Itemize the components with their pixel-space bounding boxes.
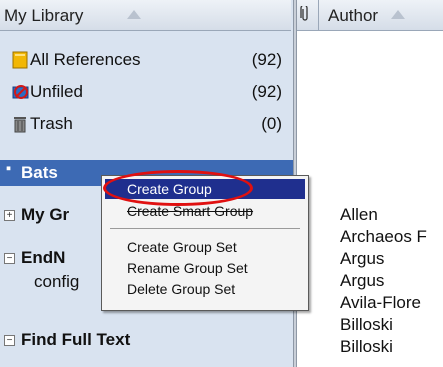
menu-item-create-smart-group[interactable]: Create Smart Group	[105, 201, 305, 221]
menu-item-create-group-set[interactable]: Create Group Set	[105, 237, 305, 257]
group-set-my-groups-label: My Gr	[21, 205, 70, 224]
unfiled-icon	[12, 83, 29, 101]
sort-ascending-icon	[127, 10, 141, 19]
collapse-toggle-icon[interactable]: −	[4, 335, 15, 346]
group-set-bats-label: Bats	[21, 163, 58, 182]
group-item-config[interactable]: config	[34, 272, 79, 292]
group-set-find-full-text-label: Find Full Text	[21, 330, 131, 349]
author-cell[interactable]: Allen	[340, 205, 378, 225]
library-header[interactable]: My Library	[0, 0, 291, 31]
author-cell[interactable]: Argus	[340, 271, 384, 291]
author-cell[interactable]: Argus	[340, 249, 384, 269]
library-item-unfiled[interactable]: Unfiled (92)	[0, 80, 293, 104]
all-references-label: All References	[30, 50, 141, 69]
author-cell[interactable]: Archaeos F	[340, 227, 427, 247]
unfiled-label: Unfiled	[30, 82, 83, 101]
menu-item-label: Create Smart Group	[127, 203, 254, 219]
menu-item-label: Rename Group Set	[127, 260, 248, 276]
reference-list-header: Author	[297, 0, 443, 31]
author-cell[interactable]: Billoski	[340, 337, 393, 357]
group-set-endnote-label: EndN	[21, 248, 66, 267]
library-item-trash[interactable]: Trash (0)	[0, 112, 293, 136]
library-item-all-references[interactable]: All References (92)	[0, 48, 293, 72]
menu-separator	[110, 228, 300, 229]
all-references-count: (92)	[251, 50, 282, 69]
group-set-find-full-text[interactable]: − Find Full Text	[0, 327, 293, 353]
library-header-label: My Library	[4, 6, 84, 25]
paperclip-icon[interactable]	[300, 4, 310, 25]
trash-label: Trash	[30, 114, 73, 133]
trash-icon	[12, 115, 28, 133]
unfiled-count: (92)	[251, 82, 282, 101]
menu-item-delete-group-set[interactable]: Delete Group Set	[105, 279, 305, 299]
context-menu: Create Group Create Smart Group Create G…	[101, 175, 309, 311]
author-column-header[interactable]: Author	[328, 6, 378, 26]
menu-item-rename-group-set[interactable]: Rename Group Set	[105, 258, 305, 278]
author-cell[interactable]: Billoski	[340, 315, 393, 335]
expand-toggle-icon[interactable]: +	[4, 210, 15, 221]
menu-item-create-group[interactable]: Create Group	[105, 179, 305, 199]
collapse-toggle-icon[interactable]: −	[4, 253, 15, 264]
collapse-toggle-icon[interactable]: ▪	[4, 161, 13, 176]
menu-item-label: Delete Group Set	[127, 281, 236, 297]
menu-item-label: Create Group Set	[127, 239, 237, 255]
author-cell[interactable]: Avila-Flore	[340, 293, 421, 313]
all-references-icon	[12, 51, 28, 69]
trash-count: (0)	[261, 114, 282, 133]
sort-ascending-icon	[391, 10, 405, 19]
menu-item-label: Create Group	[127, 181, 212, 197]
column-divider[interactable]	[318, 0, 319, 30]
